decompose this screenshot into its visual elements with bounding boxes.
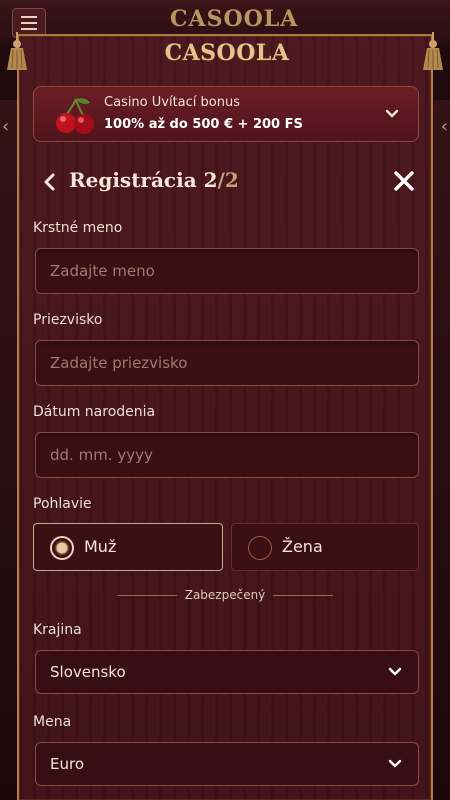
casoola-logo: CASOOLA — [164, 40, 290, 66]
divider-line — [273, 595, 334, 596]
registration-header: Registrácia 2/2 — [19, 164, 431, 200]
gender-option-female[interactable]: Žena — [231, 523, 419, 571]
radio-checked-icon[interactable] — [50, 536, 74, 560]
divider-line — [116, 595, 177, 596]
currency-select[interactable]: Euro — [35, 742, 419, 786]
welcome-bonus-dropdown[interactable]: Casino Uvítací bonus 100% až do 500 € + … — [33, 86, 419, 142]
last-name-input[interactable] — [36, 341, 418, 385]
chevron-down-icon[interactable] — [384, 106, 400, 122]
country-value: Slovensko — [50, 663, 126, 681]
registration-modal: CASOOLA Casino Uvítací bonus 100% až do … — [17, 34, 433, 800]
background-panel-right — [432, 100, 450, 800]
bonus-title: Casino Uvítací bonus — [104, 95, 240, 110]
tassel-decoration — [423, 32, 443, 70]
currency-label: Mena — [33, 714, 72, 730]
first-name-label: Krstné meno — [33, 220, 123, 236]
bonus-offer: 100% až do 500 € + 200 FS — [104, 117, 303, 132]
first-name-field[interactable] — [35, 248, 419, 294]
last-name-label: Priezvisko — [33, 312, 103, 328]
secured-divider: Zabezpečený — [19, 588, 431, 604]
gender-option-label: Muž — [84, 537, 117, 556]
background-panel-left — [0, 100, 18, 800]
birth-date-input[interactable] — [36, 433, 418, 477]
tassel-decoration — [7, 32, 27, 70]
close-icon[interactable] — [391, 168, 417, 194]
step-total: /2 — [217, 168, 239, 192]
currency-value: Euro — [50, 755, 84, 773]
secured-label: Zabezpečený — [184, 588, 266, 602]
birth-date-label: Dátum narodenia — [33, 404, 156, 420]
gender-label: Pohlavie — [33, 496, 92, 512]
background-logo: CASOOLA — [170, 6, 299, 32]
country-select[interactable]: Slovensko — [35, 650, 419, 694]
page-title: Registrácia 2/2 — [69, 168, 239, 192]
country-label: Krajina — [33, 622, 82, 638]
gender-option-label: Žena — [282, 537, 323, 556]
gender-option-male[interactable]: Muž — [33, 523, 223, 571]
chevron-down-icon — [388, 667, 402, 676]
chevron-right-icon: ‹ — [440, 116, 448, 137]
back-arrow-icon[interactable] — [39, 170, 61, 194]
radio-unchecked-icon[interactable] — [248, 536, 272, 560]
birth-date-field[interactable] — [35, 432, 419, 478]
chevron-left-icon: ‹ — [2, 116, 10, 137]
last-name-field[interactable] — [35, 340, 419, 386]
first-name-input[interactable] — [36, 249, 418, 293]
cherry-icon — [56, 98, 94, 134]
chevron-down-icon — [388, 759, 402, 768]
